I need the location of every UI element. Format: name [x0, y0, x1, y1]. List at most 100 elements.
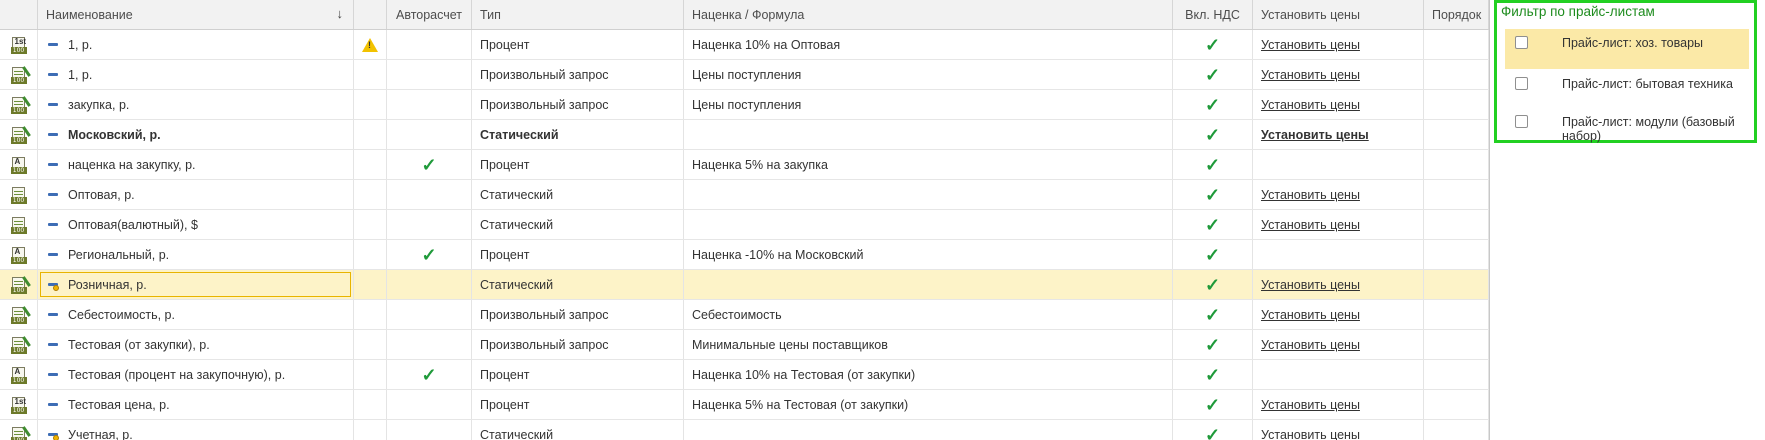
name-cell[interactable]: Тестовая (от закупки), р. — [38, 330, 354, 359]
sort-down-icon[interactable]: ↓ — [337, 6, 344, 21]
table-row[interactable]: A 100 наценка на закупку, р. ✓ Процент Наценк… — [0, 150, 1489, 180]
table-row[interactable]: 1st 100 Тестовая цена, р. Процент Наценка 5%… — [0, 390, 1489, 420]
markup-cell: Цены поступления — [684, 90, 1173, 119]
name-cell[interactable]: Тестовая (процент на закупочную), р. — [38, 360, 354, 389]
header-icon-column[interactable] — [0, 0, 38, 29]
table-row[interactable]: 100 Московский, р. Статический ✓ Установить … — [0, 120, 1489, 150]
set-prices-link[interactable]: Установить цены — [1261, 68, 1360, 82]
name-cell[interactable]: 1, р. — [38, 30, 354, 59]
name-cell[interactable]: Региональный, р. — [38, 240, 354, 269]
header-autocalc[interactable]: Авторасчет — [387, 0, 472, 29]
type-cell: Произвольный запрос — [472, 300, 684, 329]
row-icon-cell: A 100 — [0, 240, 38, 269]
markup-cell — [684, 270, 1173, 299]
vat-cell: ✓ — [1173, 90, 1253, 119]
set-prices-link[interactable]: Установить цены — [1261, 218, 1360, 232]
row-name: Оптовая(валютный), $ — [68, 217, 198, 232]
table-row[interactable]: 100 1, р. Произвольный запрос Цены поступле… — [0, 60, 1489, 90]
set-prices-link[interactable]: Установить цены — [1261, 98, 1360, 112]
header-set-prices[interactable]: Установить цены — [1253, 0, 1424, 29]
name-cell[interactable]: Розничная, р. — [38, 270, 354, 299]
warning-cell — [354, 300, 387, 329]
warning-cell — [354, 420, 387, 440]
set-prices-link[interactable]: Установить цены — [1261, 338, 1360, 352]
row-name: 1, р. — [68, 37, 93, 52]
table-row[interactable]: 100 Розничная, р. Статический ✓ Установить ц… — [0, 270, 1489, 300]
header-order[interactable]: Порядок — [1424, 0, 1489, 29]
table-row[interactable]: 100 закупка, р. Произвольный запрос Цены по… — [0, 90, 1489, 120]
order-cell — [1424, 330, 1489, 359]
autocalc-cell — [387, 330, 472, 359]
name-cell[interactable]: закупка, р. — [38, 90, 354, 119]
table-row[interactable]: 100 Учетная, р. Статический ✓ Установить цен… — [0, 420, 1489, 440]
header-markup[interactable]: Наценка / Формула — [684, 0, 1173, 29]
checkmark-icon: ✓ — [1204, 94, 1221, 115]
order-cell — [1424, 180, 1489, 209]
order-cell — [1424, 60, 1489, 89]
vat-cell: ✓ — [1173, 390, 1253, 419]
autocalc-cell — [387, 390, 472, 419]
set-prices-link[interactable]: Установить цены — [1261, 38, 1360, 52]
name-cell[interactable]: 1, р. — [38, 60, 354, 89]
markup-cell: Наценка 10% на Оптовая — [684, 30, 1173, 59]
vat-cell: ✓ — [1173, 60, 1253, 89]
set-prices-link[interactable]: Установить цены — [1261, 188, 1360, 202]
checkmark-icon: ✓ — [421, 154, 437, 175]
filter-checkbox[interactable] — [1515, 77, 1528, 90]
table-row[interactable]: 100 Себестоимость, р. Произвольный запрос С… — [0, 300, 1489, 330]
name-cell[interactable]: наценка на закупку, р. — [38, 150, 354, 179]
item-icon — [48, 343, 58, 346]
name-cell[interactable]: Тестовая цена, р. — [38, 390, 354, 419]
checkmark-icon: ✓ — [1204, 274, 1221, 295]
autocalc-cell — [387, 60, 472, 89]
set-prices-link[interactable]: Установить цены — [1261, 428, 1360, 440]
row-name: наценка на закупку, р. — [68, 157, 196, 172]
vat-cell: ✓ — [1173, 150, 1253, 179]
warning-cell — [354, 60, 387, 89]
table-row[interactable]: 1st100 1, р. ПроцентНаценка 10% на Оптовая… — [0, 30, 1489, 60]
set-prices-cell: Установить цены — [1253, 300, 1424, 329]
set-prices-link[interactable]: Установить цены — [1261, 308, 1360, 322]
name-cell[interactable]: Оптовая, р. — [38, 180, 354, 209]
table-header: Наименование ↓ Авторасчет Тип Наценка / … — [0, 0, 1489, 30]
checkmark-icon: ✓ — [1204, 334, 1221, 355]
table-row[interactable]: 100 Оптовая, р. Статический ✓ Установить цен… — [0, 180, 1489, 210]
type-cell: Статический — [472, 270, 684, 299]
autocalc-cell — [387, 420, 472, 440]
set-prices-cell: Установить цены — [1253, 90, 1424, 119]
name-cell[interactable]: Себестоимость, р. — [38, 300, 354, 329]
markup-cell: Цены поступления — [684, 60, 1173, 89]
warning-cell — [354, 180, 387, 209]
set-prices-cell: Установить цены — [1253, 210, 1424, 239]
filter-item[interactable]: Прайс-лист: бытовая техника — [1505, 70, 1749, 108]
autocalc-cell — [387, 120, 472, 149]
header-name[interactable]: Наименование ↓ — [38, 0, 354, 29]
markup-cell: Себестоимость — [684, 300, 1173, 329]
type-cell: Процент — [472, 240, 684, 269]
table-row[interactable]: 100 Оптовая(валютный), $ Статический ✓ Устан… — [0, 210, 1489, 240]
header-warning-column[interactable] — [354, 0, 387, 29]
filter-checkbox[interactable] — [1515, 36, 1528, 49]
filter-item[interactable]: Прайс-лист: хоз. товары — [1505, 29, 1749, 69]
vat-cell: ✓ — [1173, 180, 1253, 209]
price-type-static-icon: 100 — [10, 186, 27, 204]
order-cell — [1424, 360, 1489, 389]
name-cell[interactable]: Московский, р. — [38, 120, 354, 149]
vat-cell: ✓ — [1173, 240, 1253, 269]
filter-checkbox[interactable] — [1515, 115, 1528, 128]
table-row[interactable]: A 100 Региональный, р. ✓ Процент Наценка -10%… — [0, 240, 1489, 270]
header-vat[interactable]: Вкл. НДС — [1173, 0, 1253, 29]
set-prices-link[interactable]: Установить цены — [1261, 128, 1369, 142]
filter-item[interactable]: Прайс-лист: модули (базовый набор) — [1505, 110, 1749, 146]
type-cell: Произвольный запрос — [472, 90, 684, 119]
row-icon-cell: 100 — [0, 60, 38, 89]
name-cell[interactable]: Оптовая(валютный), $ — [38, 210, 354, 239]
set-prices-cell: Установить цены — [1253, 270, 1424, 299]
header-type[interactable]: Тип — [472, 0, 684, 29]
table-row[interactable]: 100 Тестовая (от закупки), р. Произвольный… — [0, 330, 1489, 360]
table-row[interactable]: A 100 Тестовая (процент на закупочную), р.… — [0, 360, 1489, 390]
set-prices-link[interactable]: Установить цены — [1261, 398, 1360, 412]
set-prices-link[interactable]: Установить цены — [1261, 278, 1360, 292]
name-cell[interactable]: Учетная, р. — [38, 420, 354, 440]
type-cell: Статический — [472, 420, 684, 440]
